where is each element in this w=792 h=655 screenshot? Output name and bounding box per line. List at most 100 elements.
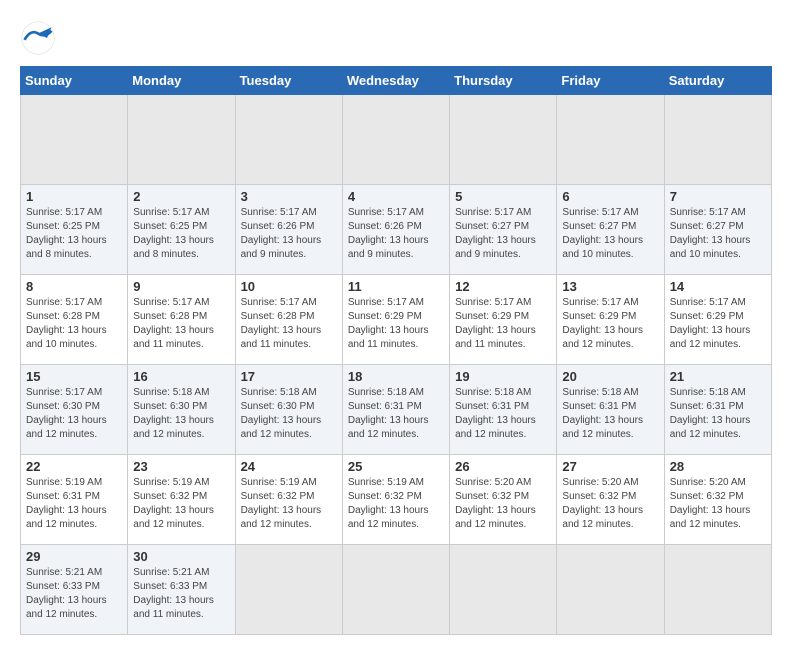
day-detail: Sunrise: 5:19 AMSunset: 6:31 PMDaylight:… xyxy=(26,476,122,532)
day-cell: 13 Sunrise: 5:17 AMSunset: 6:29 PMDayligh… xyxy=(557,275,664,365)
week-row-2: 1 Sunrise: 5:17 AMSunset: 6:25 PMDaylight… xyxy=(21,185,772,275)
day-cell: 23Sunrise: 5:19 AMSunset: 6:32 PMDayligh… xyxy=(128,455,235,545)
day-cell: 22 Sunrise: 5:19 AMSunset: 6:31 PMDayligh… xyxy=(21,455,128,545)
calendar-header-row: SundayMondayTuesdayWednesdayThursdayFrid… xyxy=(21,67,772,95)
day-number: 11 xyxy=(348,279,444,294)
day-detail: Sunrise: 5:21 AMSunset: 6:33 PMDaylight:… xyxy=(133,566,229,622)
day-number: 1 xyxy=(26,189,122,204)
day-cell xyxy=(664,545,771,635)
day-cell xyxy=(128,95,235,185)
day-cell: 15Sunrise: 5:17 AMSunset: 6:30 PMDayligh… xyxy=(21,365,128,455)
day-cell: 29 Sunrise: 5:21 AMSunset: 6:33 PMDayligh… xyxy=(21,545,128,635)
day-cell: 20 Sunrise: 5:18 AMSunset: 6:31 PMDayligh… xyxy=(557,365,664,455)
week-row-5: 22 Sunrise: 5:19 AMSunset: 6:31 PMDayligh… xyxy=(21,455,772,545)
day-detail: Sunrise: 5:18 AMSunset: 6:31 PMDaylight:… xyxy=(455,386,551,442)
day-number: 6 xyxy=(562,189,658,204)
day-cell: 5Sunrise: 5:17 AMSunset: 6:27 PMDaylight… xyxy=(450,185,557,275)
day-detail: Sunrise: 5:17 AMSunset: 6:26 PMDaylight:… xyxy=(241,206,337,262)
day-cell: 30 Sunrise: 5:21 AMSunset: 6:33 PMDayligh… xyxy=(128,545,235,635)
day-detail: Sunrise: 5:18 AMSunset: 6:31 PMDaylight:… xyxy=(348,386,444,442)
day-number: 13 xyxy=(562,279,658,294)
logo-icon xyxy=(20,20,56,56)
day-number: 27 xyxy=(562,459,658,474)
day-detail: Sunrise: 5:17 AMSunset: 6:29 PMDaylight:… xyxy=(348,296,444,352)
day-cell: 1Sunrise: 5:17 AMSunset: 6:25 PMDaylight… xyxy=(21,185,128,275)
day-number: 22 xyxy=(26,459,122,474)
header-saturday: Saturday xyxy=(664,67,771,95)
day-number: 30 xyxy=(133,549,229,564)
header-friday: Friday xyxy=(557,67,664,95)
week-row-4: 15Sunrise: 5:17 AMSunset: 6:30 PMDayligh… xyxy=(21,365,772,455)
day-cell: 4 Sunrise: 5:17 AMSunset: 6:26 PMDaylight… xyxy=(342,185,449,275)
day-cell: 9 Sunrise: 5:17 AMSunset: 6:28 PMDaylight… xyxy=(128,275,235,365)
day-detail: Sunrise: 5:18 AMSunset: 6:31 PMDaylight:… xyxy=(562,386,658,442)
week-row-1 xyxy=(21,95,772,185)
header-monday: Monday xyxy=(128,67,235,95)
day-cell: 24 Sunrise: 5:19 AMSunset: 6:32 PMDayligh… xyxy=(235,455,342,545)
day-detail: Sunrise: 5:18 AMSunset: 6:30 PMDaylight:… xyxy=(241,386,337,442)
day-cell: 16 Sunrise: 5:18 AMSunset: 6:30 PMDayligh… xyxy=(128,365,235,455)
day-number: 21 xyxy=(670,369,766,384)
day-number: 26 xyxy=(455,459,551,474)
day-detail: Sunrise: 5:19 AMSunset: 6:32 PMDaylight:… xyxy=(241,476,337,532)
day-number: 28 xyxy=(670,459,766,474)
day-detail: Sunrise: 5:17 AMSunset: 6:28 PMDaylight:… xyxy=(26,296,122,352)
page-header xyxy=(20,20,772,56)
day-cell: 12 Sunrise: 5:17 AMSunset: 6:29 PMDayligh… xyxy=(450,275,557,365)
day-cell: 10Sunrise: 5:17 AMSunset: 6:28 PMDayligh… xyxy=(235,275,342,365)
day-number: 8 xyxy=(26,279,122,294)
day-cell xyxy=(450,545,557,635)
day-detail: Sunrise: 5:17 AMSunset: 6:29 PMDaylight:… xyxy=(455,296,551,352)
day-cell xyxy=(342,95,449,185)
day-cell: 26 Sunrise: 5:20 AMSunset: 6:32 PMDayligh… xyxy=(450,455,557,545)
day-number: 18 xyxy=(348,369,444,384)
day-cell: 28 Sunrise: 5:20 AMSunset: 6:32 PMDayligh… xyxy=(664,455,771,545)
day-cell xyxy=(557,95,664,185)
day-detail: Sunrise: 5:19 AMSunset: 6:32 PMDaylight:… xyxy=(348,476,444,532)
day-number: 24 xyxy=(241,459,337,474)
day-detail: Sunrise: 5:20 AMSunset: 6:32 PMDaylight:… xyxy=(455,476,551,532)
day-number: 16 xyxy=(133,369,229,384)
day-detail: Sunrise: 5:18 AMSunset: 6:30 PMDaylight:… xyxy=(133,386,229,442)
logo xyxy=(20,20,62,56)
day-number: 9 xyxy=(133,279,229,294)
day-number: 2 xyxy=(133,189,229,204)
day-cell: 11 Sunrise: 5:17 AMSunset: 6:29 PMDayligh… xyxy=(342,275,449,365)
day-number: 25 xyxy=(348,459,444,474)
header-tuesday: Tuesday xyxy=(235,67,342,95)
day-cell xyxy=(450,95,557,185)
day-detail: Sunrise: 5:20 AMSunset: 6:32 PMDaylight:… xyxy=(670,476,766,532)
day-number: 10 xyxy=(241,279,337,294)
day-number: 4 xyxy=(348,189,444,204)
calendar-table: SundayMondayTuesdayWednesdayThursdayFrid… xyxy=(20,66,772,635)
day-number: 20 xyxy=(562,369,658,384)
day-detail: Sunrise: 5:17 AMSunset: 6:28 PMDaylight:… xyxy=(133,296,229,352)
day-cell: 8 Sunrise: 5:17 AMSunset: 6:28 PMDaylight… xyxy=(21,275,128,365)
day-detail: Sunrise: 5:17 AMSunset: 6:27 PMDaylight:… xyxy=(455,206,551,262)
day-number: 3 xyxy=(241,189,337,204)
day-detail: Sunrise: 5:17 AMSunset: 6:26 PMDaylight:… xyxy=(348,206,444,262)
day-cell xyxy=(21,95,128,185)
day-detail: Sunrise: 5:20 AMSunset: 6:32 PMDaylight:… xyxy=(562,476,658,532)
day-cell: 3 Sunrise: 5:17 AMSunset: 6:26 PMDaylight… xyxy=(235,185,342,275)
week-row-6: 29 Sunrise: 5:21 AMSunset: 6:33 PMDayligh… xyxy=(21,545,772,635)
day-cell: 27 Sunrise: 5:20 AMSunset: 6:32 PMDayligh… xyxy=(557,455,664,545)
day-cell: 2 Sunrise: 5:17 AMSunset: 6:25 PMDaylight… xyxy=(128,185,235,275)
week-row-3: 8 Sunrise: 5:17 AMSunset: 6:28 PMDaylight… xyxy=(21,275,772,365)
day-number: 19 xyxy=(455,369,551,384)
header-thursday: Thursday xyxy=(450,67,557,95)
day-number: 7 xyxy=(670,189,766,204)
day-detail: Sunrise: 5:17 AMSunset: 6:27 PMDaylight:… xyxy=(670,206,766,262)
header-wednesday: Wednesday xyxy=(342,67,449,95)
day-detail: Sunrise: 5:17 AMSunset: 6:30 PMDaylight:… xyxy=(26,386,122,442)
day-cell: 17Sunrise: 5:18 AMSunset: 6:30 PMDayligh… xyxy=(235,365,342,455)
day-detail: Sunrise: 5:17 AMSunset: 6:25 PMDaylight:… xyxy=(133,206,229,262)
day-cell xyxy=(664,95,771,185)
day-cell: 6Sunrise: 5:17 AMSunset: 6:27 PMDaylight… xyxy=(557,185,664,275)
day-cell xyxy=(235,95,342,185)
day-detail: Sunrise: 5:21 AMSunset: 6:33 PMDaylight:… xyxy=(26,566,122,622)
day-detail: Sunrise: 5:17 AMSunset: 6:29 PMDaylight:… xyxy=(562,296,658,352)
day-number: 29 xyxy=(26,549,122,564)
day-number: 12 xyxy=(455,279,551,294)
day-cell: 18 Sunrise: 5:18 AMSunset: 6:31 PMDayligh… xyxy=(342,365,449,455)
